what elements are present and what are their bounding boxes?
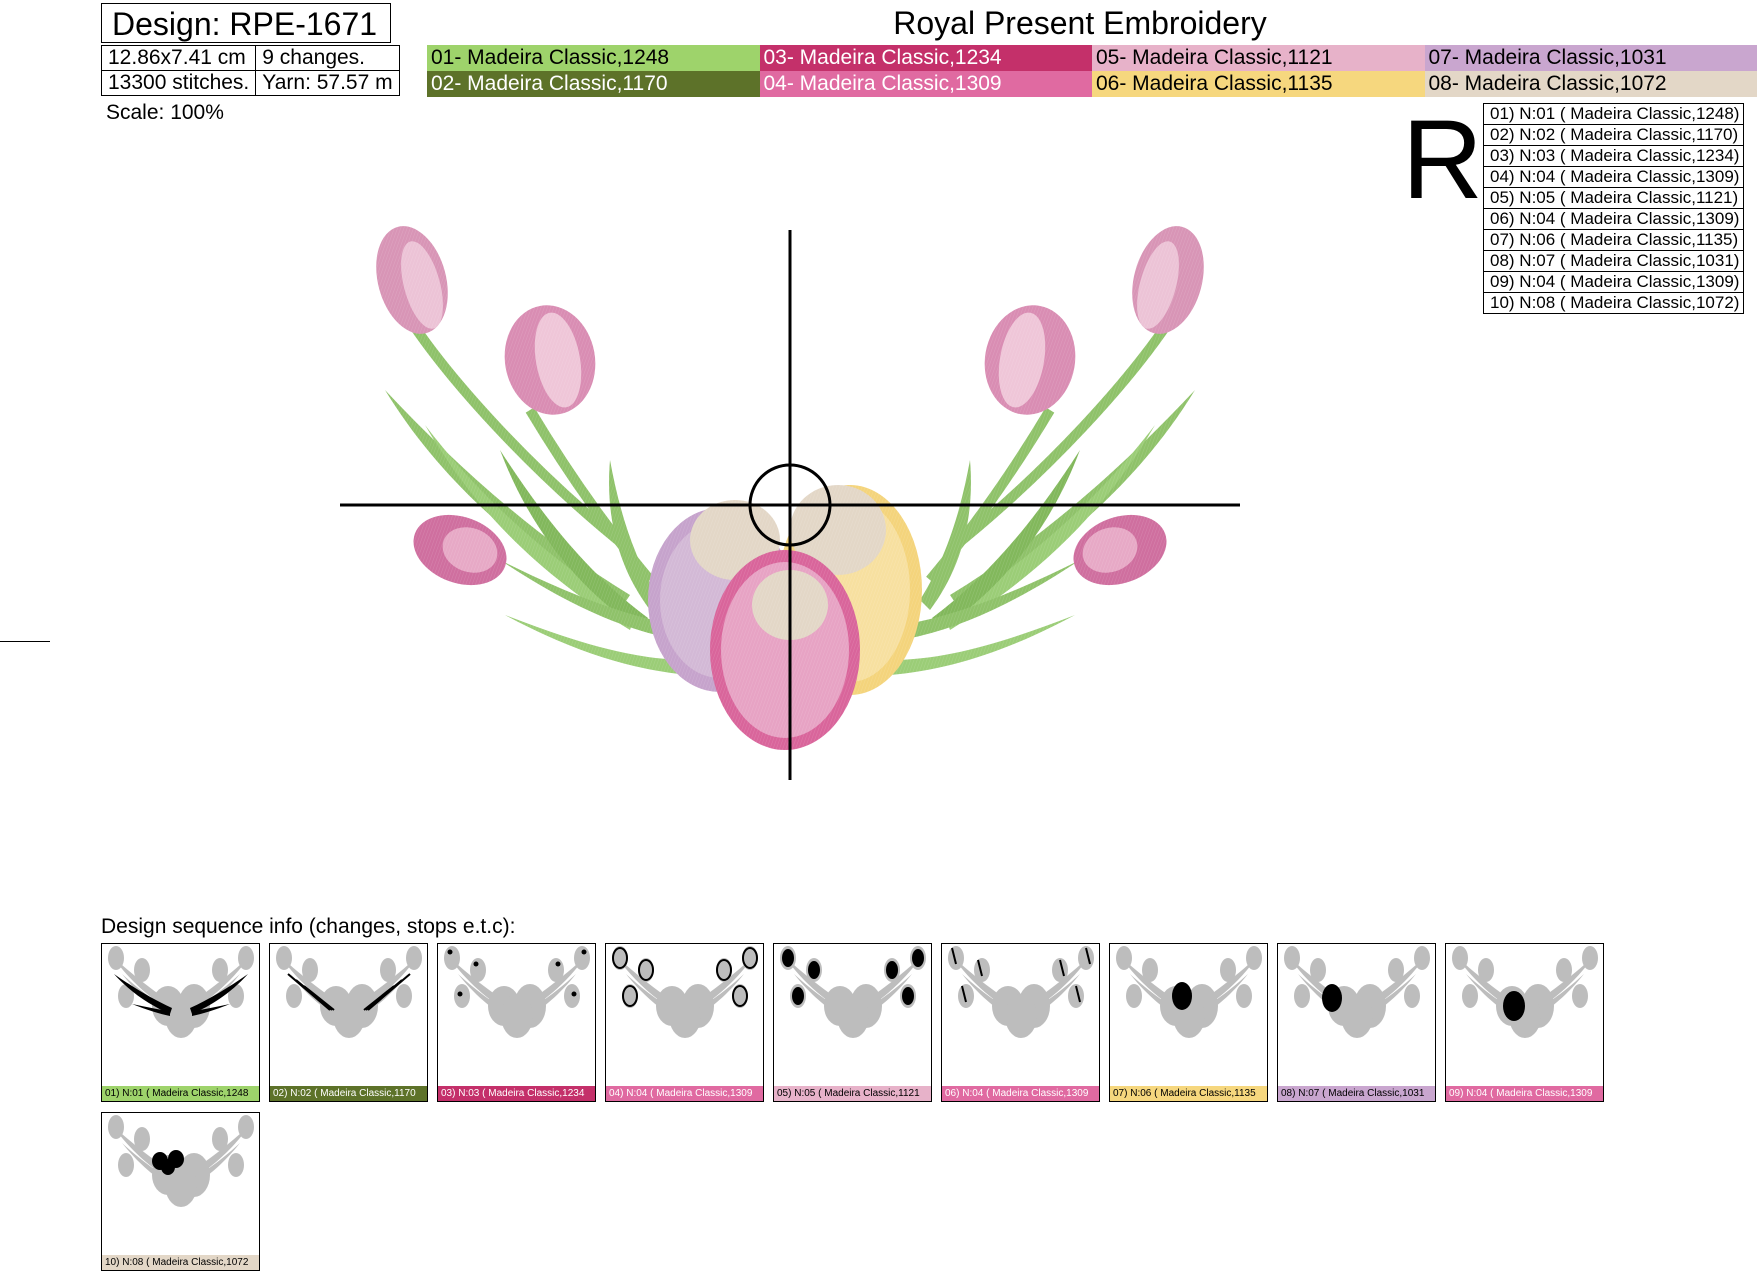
sequence-thumbnail: 06) N:04 ( Madeira Classic,1309 xyxy=(941,943,1100,1102)
edge-marker xyxy=(0,641,50,642)
sequence-thumbnail: 03) N:03 ( Madeira Classic,1234 xyxy=(437,943,596,1102)
sequence-list: 01) N:01 ( Madeira Classic,1248) 02) N:0… xyxy=(1482,103,1745,314)
yarn-length: Yarn: 57.57 m xyxy=(255,70,400,96)
sequence-thumbnail: 01) N:01 ( Madeira Classic,1248 xyxy=(101,943,260,1102)
thread-swatch: 04- Madeira Classic,1309 xyxy=(759,71,1092,97)
sequence-item: 06) N:04 ( Madeira Classic,1309) xyxy=(1482,208,1745,230)
sequence-item: 01) N:01 ( Madeira Classic,1248) xyxy=(1482,103,1745,125)
thread-swatch: 06- Madeira Classic,1135 xyxy=(1092,71,1425,97)
orientation-letter: R xyxy=(1402,97,1483,222)
thread-swatch: 03- Madeira Classic,1234 xyxy=(759,45,1092,71)
thumbnail-label: 04) N:04 ( Madeira Classic,1309 xyxy=(606,1086,763,1101)
scale-label: Scale: 100% xyxy=(106,101,224,124)
sequence-thumbnail: 08) N:07 ( Madeira Classic,1031 xyxy=(1277,943,1436,1102)
sequence-thumbnail: 04) N:04 ( Madeira Classic,1309 xyxy=(605,943,764,1102)
thread-swatch: 08- Madeira Classic,1072 xyxy=(1424,71,1757,97)
color-changes: 9 changes. xyxy=(255,45,400,71)
thumbnail-label: 02) N:02 ( Madeira Classic,1170 xyxy=(270,1086,427,1101)
thumbnail-label: 03) N:03 ( Madeira Classic,1234 xyxy=(438,1086,595,1101)
thumbnail-silhouette xyxy=(276,946,422,1038)
company-title: Royal Present Embroidery xyxy=(893,5,1267,41)
sequence-thumbnail: 09) N:04 ( Madeira Classic,1309 xyxy=(1445,943,1604,1102)
design-size: 12.86x7.41 cm xyxy=(100,45,257,71)
thread-palette: 01- Madeira Classic,1248 03- Madeira Cla… xyxy=(427,45,1757,97)
thumbnail-silhouette xyxy=(1452,946,1598,1038)
sequence-item: 07) N:06 ( Madeira Classic,1135) xyxy=(1482,229,1745,251)
sequence-thumbnail: 02) N:02 ( Madeira Classic,1170 xyxy=(269,943,428,1102)
thumbnail-silhouette xyxy=(108,946,254,1038)
thumbnail-silhouette xyxy=(780,946,926,1038)
sequence-item: 05) N:05 ( Madeira Classic,1121) xyxy=(1482,187,1745,209)
thumbnail-silhouette xyxy=(444,946,590,1038)
sequence-item: 10) N:08 ( Madeira Classic,1072) xyxy=(1482,292,1745,314)
thumbnail-label: 10) N:08 ( Madeira Classic,1072 xyxy=(102,1255,259,1270)
sequence-thumbnail: 05) N:05 ( Madeira Classic,1121 xyxy=(773,943,932,1102)
thumbnail-label: 07) N:06 ( Madeira Classic,1135 xyxy=(1110,1086,1267,1101)
thumbnail-label: 05) N:05 ( Madeira Classic,1121 xyxy=(774,1086,931,1101)
sequence-item: 04) N:04 ( Madeira Classic,1309) xyxy=(1482,166,1745,188)
design-code: Design: RPE-1671 xyxy=(101,3,391,43)
thread-swatch: 02- Madeira Classic,1170 xyxy=(427,71,760,97)
design-info-table: 12.86x7.41 cm 9 changes. 13300 stitches.… xyxy=(100,45,400,96)
thumbnail-silhouette xyxy=(108,1115,254,1207)
sequence-thumbnail: 07) N:06 ( Madeira Classic,1135 xyxy=(1109,943,1268,1102)
thumbnail-silhouette xyxy=(1284,946,1430,1038)
sequence-item: 03) N:03 ( Madeira Classic,1234) xyxy=(1482,145,1745,167)
sequence-title: Design sequence info (changes, stops e.t… xyxy=(101,915,516,938)
thumbnail-label: 08) N:07 ( Madeira Classic,1031 xyxy=(1278,1086,1435,1101)
thumbnail-label: 09) N:04 ( Madeira Classic,1309 xyxy=(1446,1086,1603,1101)
thread-swatch: 05- Madeira Classic,1121 xyxy=(1092,45,1425,71)
stitch-count: 13300 stitches. xyxy=(100,70,257,96)
embroidery-preview xyxy=(330,220,1250,790)
sequence-item: 02) N:02 ( Madeira Classic,1170) xyxy=(1482,124,1745,146)
thread-swatch: 07- Madeira Classic,1031 xyxy=(1424,45,1757,71)
sequence-thumbnail: 10) N:08 ( Madeira Classic,1072 xyxy=(101,1112,260,1271)
sequence-item: 09) N:04 ( Madeira Classic,1309) xyxy=(1482,271,1745,293)
sequence-item: 08) N:07 ( Madeira Classic,1031) xyxy=(1482,250,1745,272)
thumbnail-silhouette xyxy=(948,946,1094,1038)
thumbnail-label: 01) N:01 ( Madeira Classic,1248 xyxy=(102,1086,259,1101)
thumbnail-silhouette xyxy=(1116,946,1262,1038)
thumbnail-silhouette xyxy=(612,946,758,1038)
thread-swatch: 01- Madeira Classic,1248 xyxy=(427,45,760,71)
thumbnail-label: 06) N:04 ( Madeira Classic,1309 xyxy=(942,1086,1099,1101)
